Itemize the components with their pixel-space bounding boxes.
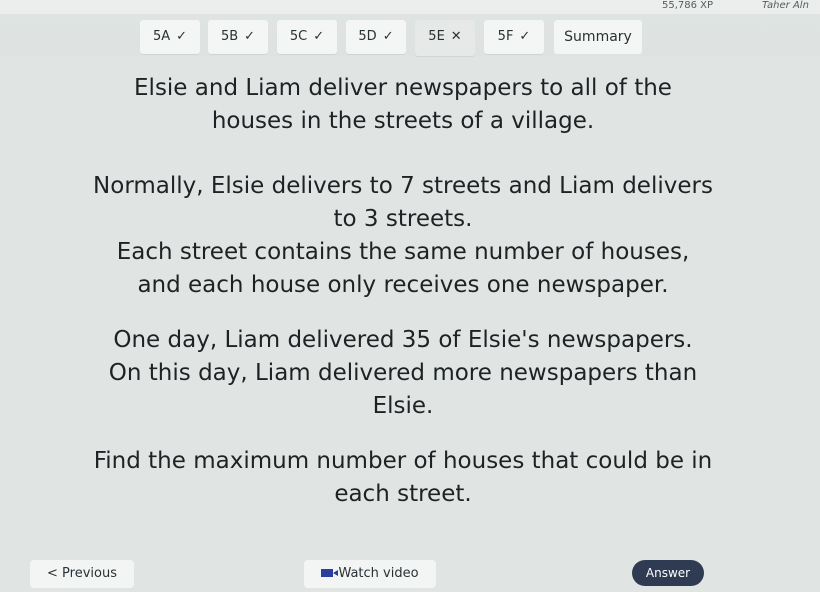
question-line: and each house only receives one newspap… bbox=[137, 272, 669, 298]
tab-label: 5A bbox=[152, 29, 171, 44]
question-text: Elsie and Liam deliver newspapers to all… bbox=[18, 72, 788, 511]
question-line: Elsie. bbox=[372, 393, 434, 419]
xp-counter: 55,786 XP bbox=[662, 0, 714, 11]
question-line: to 3 streets. bbox=[333, 206, 473, 232]
watch-video-button[interactable]: Watch video bbox=[304, 560, 436, 588]
video-camera-icon bbox=[321, 569, 339, 577]
tab-label: 5C bbox=[289, 29, 308, 44]
previous-button[interactable]: < Previous bbox=[30, 560, 134, 588]
answer-button[interactable]: Answer bbox=[632, 560, 704, 586]
answer-label: Answer bbox=[645, 566, 691, 580]
tab-5f[interactable]: 5F ✓ bbox=[484, 20, 544, 54]
tab-label: 5D bbox=[358, 29, 377, 44]
question-line: Find the maximum number of houses that c… bbox=[93, 448, 713, 474]
cross-icon: ✕ bbox=[450, 29, 462, 44]
previous-label: < Previous bbox=[47, 566, 117, 581]
tab-label: 5B bbox=[220, 29, 239, 44]
tab-5d[interactable]: 5D ✓ bbox=[346, 20, 406, 54]
tab-label: 5E bbox=[428, 29, 445, 44]
question-line: houses in the streets of a village. bbox=[211, 108, 595, 134]
tab-5e[interactable]: 5E ✕ bbox=[415, 20, 475, 56]
check-icon: ✓ bbox=[313, 29, 325, 44]
tab-summary[interactable]: Summary bbox=[554, 20, 642, 54]
question-line: Each street contains the same number of … bbox=[116, 239, 690, 265]
tab-5b[interactable]: 5B ✓ bbox=[208, 20, 268, 54]
check-icon: ✓ bbox=[244, 29, 256, 44]
user-name[interactable]: Taher Aln bbox=[762, 0, 809, 12]
tab-5a[interactable]: 5A ✓ bbox=[140, 20, 200, 54]
question-line: On this day, Liam delivered more newspap… bbox=[108, 360, 698, 386]
question-line: Normally, Elsie delivers to 7 streets an… bbox=[93, 173, 713, 199]
question-line: One day, Liam delivered 35 of Elsie's ne… bbox=[113, 327, 693, 353]
question-line: Elsie and Liam deliver newspapers to all… bbox=[134, 75, 672, 101]
watch-video-label: Watch video bbox=[338, 566, 419, 581]
check-icon: ✓ bbox=[382, 29, 394, 44]
check-icon: ✓ bbox=[176, 29, 188, 44]
top-bar: 55,786 XP Taher Aln bbox=[0, 0, 820, 14]
tab-5c[interactable]: 5C ✓ bbox=[277, 20, 337, 54]
footer-bar: < Previous Watch video Answer bbox=[0, 556, 820, 592]
check-icon: ✓ bbox=[519, 29, 531, 44]
question-line: each street. bbox=[334, 481, 472, 507]
tab-label: 5F bbox=[497, 29, 514, 44]
